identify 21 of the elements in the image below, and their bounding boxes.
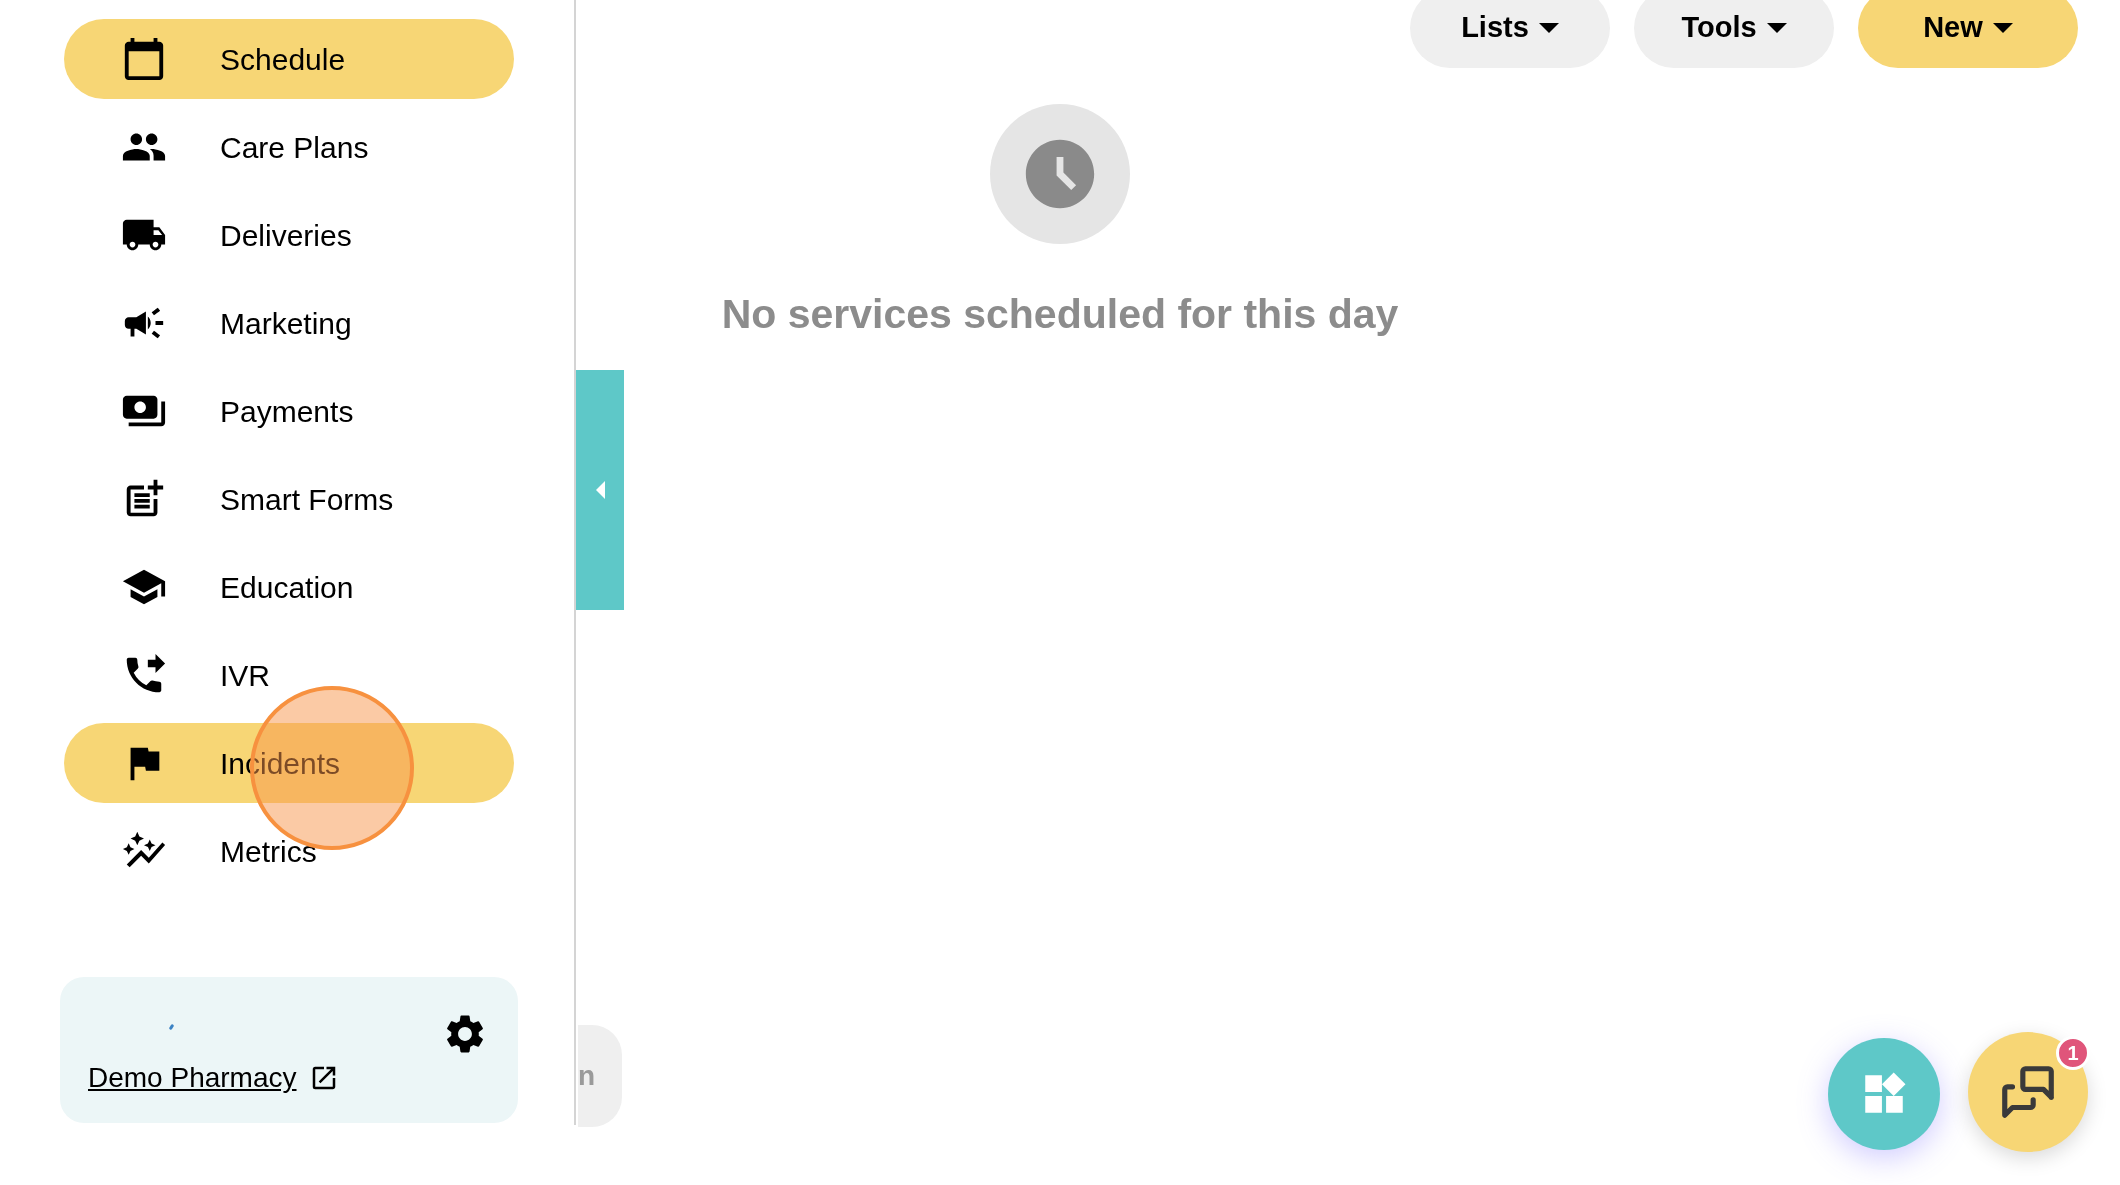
caret-left-icon [595,481,605,499]
dropdown-button[interactable]: Lists [1410,0,1610,68]
sidebar-item[interactable]: Deliveries [64,195,514,275]
dropdown-button[interactable]: Tools [1634,0,1834,68]
sidebar-item[interactable]: Metrics [64,811,514,891]
sidebar-item[interactable]: IVR [64,635,514,715]
sidebar-item[interactable]: Marketing [64,283,514,363]
sidebar-item[interactable]: Smart Forms [64,459,514,539]
notification-badge: 1 [2056,1036,2090,1070]
sidebar-item[interactable]: Education [64,547,514,627]
caret-down-icon [1538,23,1559,33]
loading-spinner-icon [168,1023,175,1031]
dropdown-button[interactable]: New [1858,0,2078,68]
sidebar-item[interactable]: Payments [64,371,514,451]
caret-down-icon [1766,23,1787,33]
sidebar-item[interactable]: Care Plans [64,107,514,187]
caret-down-icon [1992,23,2013,33]
sidebar-item[interactable]: Incidents [64,723,514,803]
sidebar-item[interactable]: Schedule [64,19,514,99]
empty-state-message: No services scheduled for this day [721,290,1399,339]
pharmacy-link[interactable]: Demo Pharmacy [88,1057,297,1099]
